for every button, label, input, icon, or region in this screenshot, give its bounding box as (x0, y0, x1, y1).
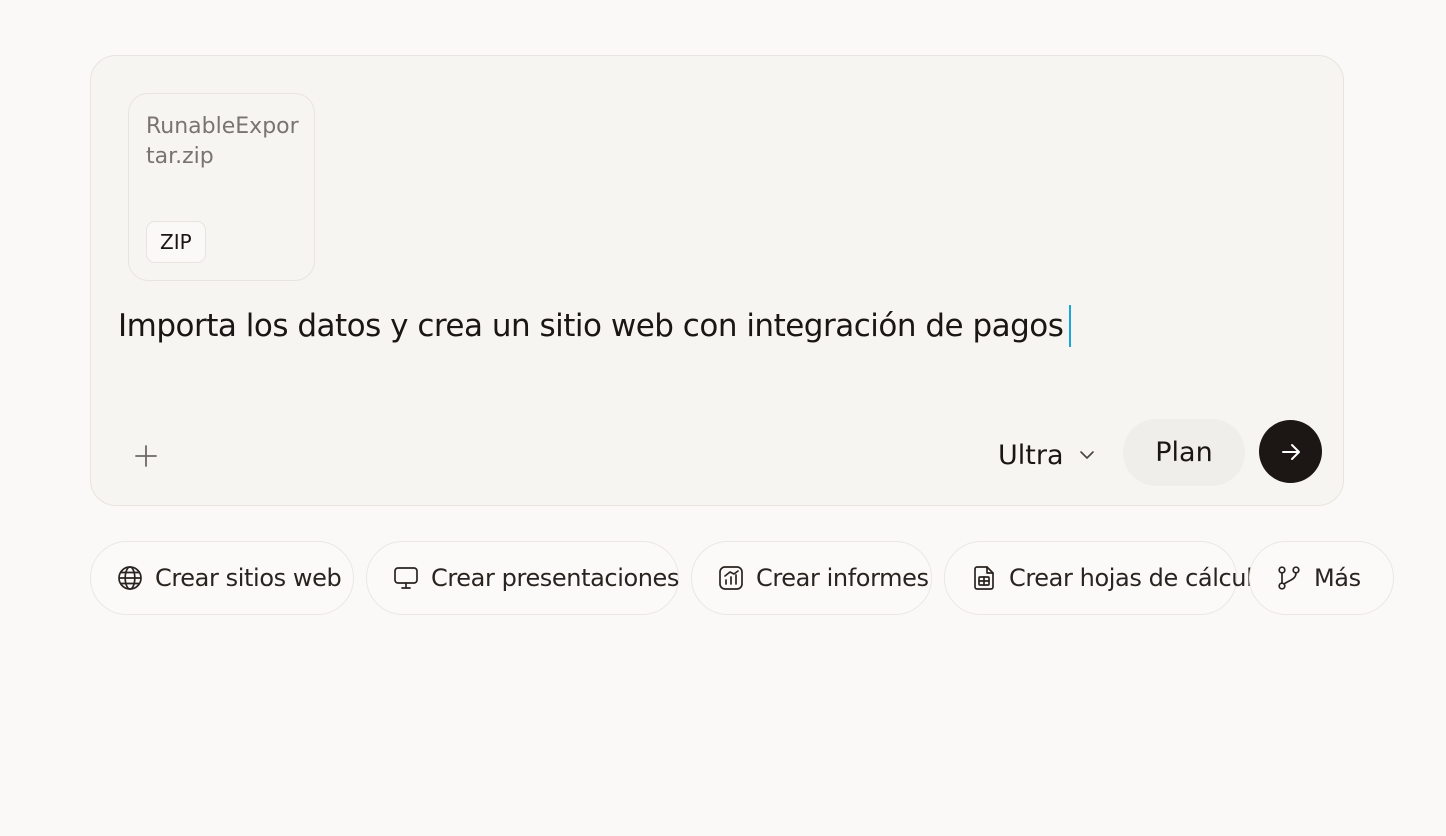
plan-button[interactable]: Plan (1123, 419, 1245, 486)
quick-action-websites[interactable]: Crear sitios web (90, 541, 354, 615)
quick-action-presentations[interactable]: Crear presentaciones (366, 541, 679, 615)
plan-label: Plan (1155, 437, 1213, 468)
quick-action-spreadsheets[interactable]: Crear hojas de cálculo (944, 541, 1267, 615)
attachment-type-badge: ZIP (146, 221, 206, 263)
globe-icon (118, 566, 142, 590)
spreadsheet-icon (974, 566, 994, 590)
attachment-card[interactable]: RunableExportar.zip ZIP (128, 93, 315, 281)
prompt-text: Importa los datos y crea un sitio web co… (118, 308, 1064, 344)
send-button[interactable] (1259, 420, 1322, 483)
model-selector[interactable]: Ultra (984, 427, 1110, 483)
quick-action-label: Crear sitios web (155, 564, 342, 592)
git-branch-icon (1278, 566, 1300, 590)
attachment-file-name: RunableExportar.zip (146, 114, 299, 169)
quick-action-label: Crear informes (756, 564, 929, 592)
add-attachment-button[interactable] (127, 437, 165, 475)
chart-report-icon (719, 566, 743, 590)
quick-action-more[interactable]: Más (1249, 541, 1394, 615)
quick-action-label: Más (1314, 564, 1361, 592)
composer: RunableExportar.zip ZIP Importa los dato… (90, 55, 1344, 506)
text-caret (1069, 305, 1072, 347)
chevron-down-icon (1079, 451, 1094, 459)
quick-action-label: Crear hojas de cálculo (1009, 564, 1267, 592)
quick-action-reports[interactable]: Crear informes (691, 541, 932, 615)
presentation-icon (394, 567, 418, 589)
prompt-input[interactable]: Importa los datos y crea un sitio web co… (118, 304, 1072, 348)
model-label: Ultra (998, 439, 1064, 471)
arrow-right-icon (1281, 443, 1300, 460)
plus-icon (135, 445, 157, 467)
quick-action-label: Crear presentaciones (431, 564, 680, 592)
